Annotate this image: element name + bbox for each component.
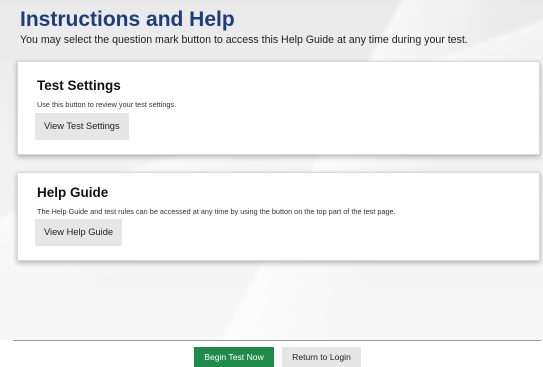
test-settings-description: Use this button to review your test sett… [37, 100, 177, 109]
page-background [0, 0, 543, 340]
test-settings-title: Test Settings [37, 78, 121, 93]
view-test-settings-button[interactable]: View Test Settings [35, 113, 129, 140]
view-help-guide-button[interactable]: View Help Guide [35, 219, 123, 246]
page-title: Instructions and Help [20, 8, 235, 31]
help-guide-description: The Help Guide and test rules can be acc… [37, 207, 396, 216]
begin-test-button[interactable]: Begin Test Now [194, 347, 274, 367]
test-settings-card: Test Settings Use this button to review … [17, 61, 540, 155]
page-subtitle: You may select the question mark button … [20, 34, 468, 46]
return-to-login-button[interactable]: Return to Login [282, 347, 361, 367]
help-guide-card: Help Guide The Help Guide and test rules… [17, 172, 540, 261]
footer-bar: Begin Test Now Return to Login [0, 341, 543, 367]
help-guide-title: Help Guide [37, 185, 109, 200]
